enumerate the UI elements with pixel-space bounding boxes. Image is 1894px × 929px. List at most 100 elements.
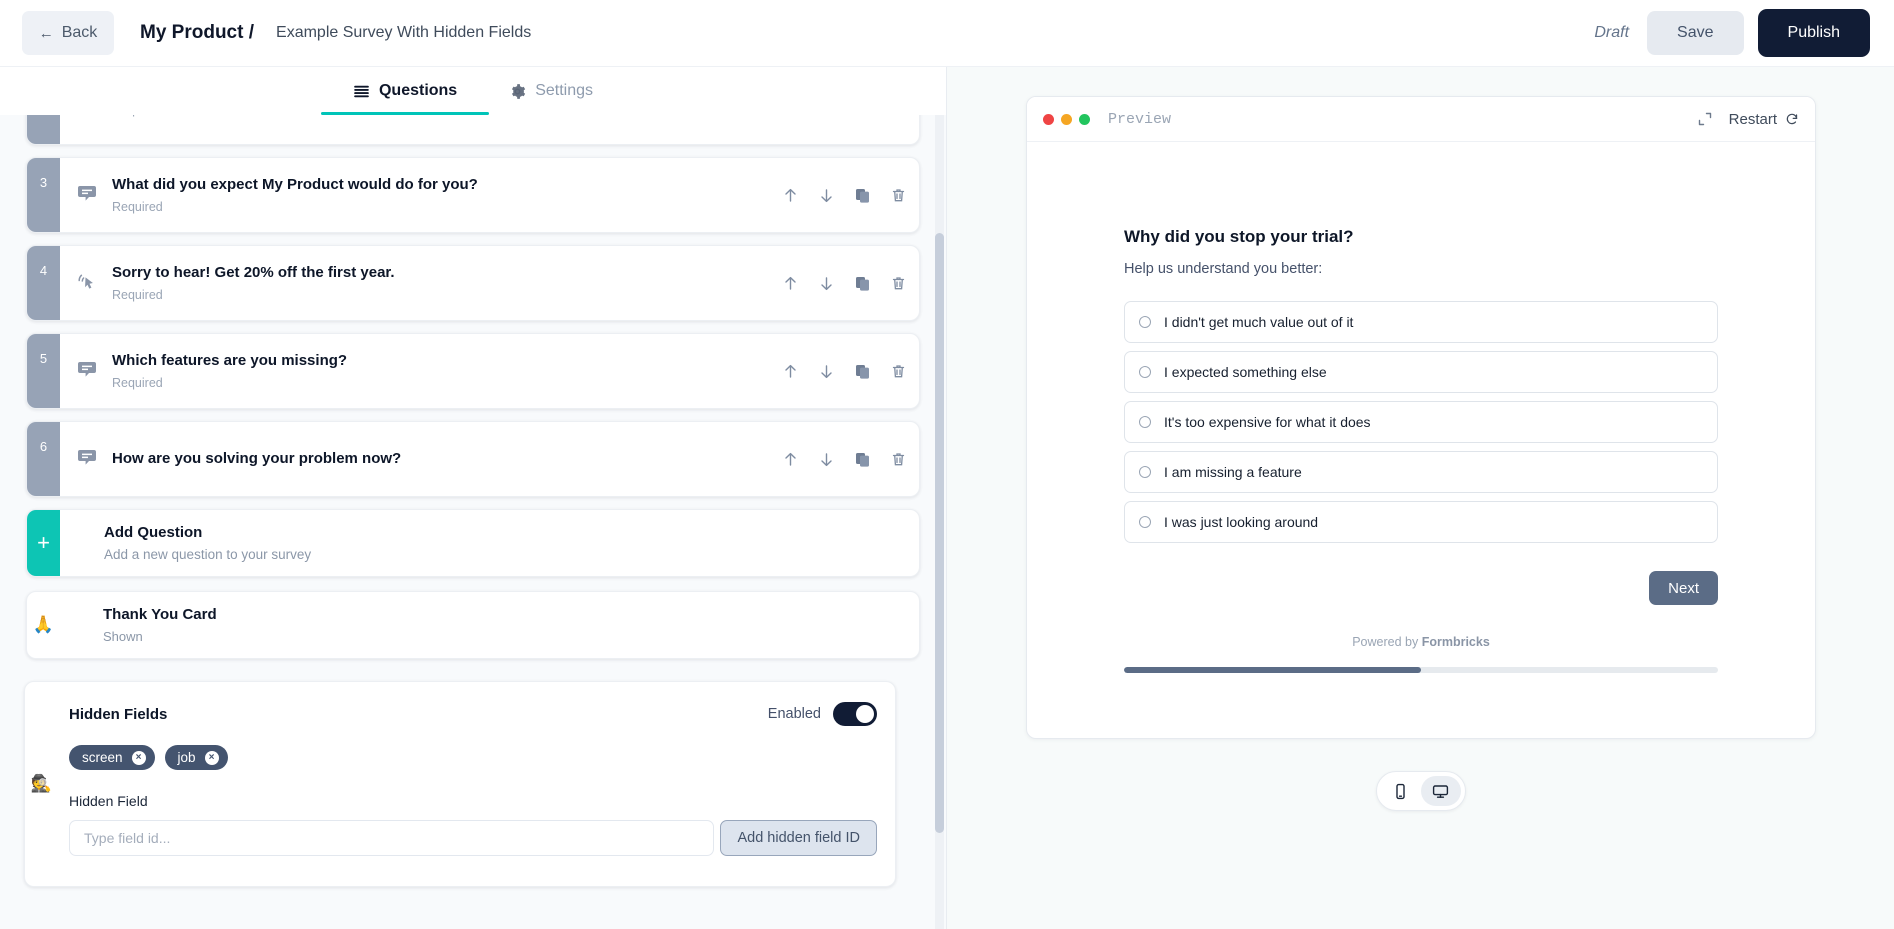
question-card[interactable]: 2 Required [26,115,920,145]
device-toggle-mobile[interactable] [1381,776,1421,806]
expand-icon[interactable] [1697,111,1713,127]
survey-choice-option[interactable]: I didn't get much value out of it [1124,301,1718,343]
hidden-field-tag-label: job [177,750,196,765]
hidden-fields-toggle[interactable] [833,702,877,726]
questions-scrollbar[interactable] [935,115,944,929]
tab-questions-label: Questions [378,82,458,99]
breadcrumb-product[interactable]: My Product / [140,22,254,44]
survey-choice-list: I didn't get much value out of it I expe… [1124,301,1718,543]
maximize-dot-icon[interactable] [1079,113,1090,125]
device-preview-toggle [1375,771,1466,811]
restart-preview-button[interactable]: Restart [1729,111,1799,128]
hidden-field-tag[interactable]: screen × [69,745,155,770]
hidden-field-input-label: Hidden Field [69,793,148,809]
back-button[interactable]: ← Back [22,11,114,55]
hidden-fields-tag-list: screen × job × [69,745,877,770]
thank-you-card[interactable]: 🙏 Thank You Card Shown [26,591,920,659]
duplicate-icon[interactable] [854,451,871,468]
survey-choice-option[interactable]: I expected something else [1124,351,1718,393]
move-up-icon[interactable] [782,275,799,292]
duplicate-icon[interactable] [854,187,871,204]
question-actions [782,422,919,496]
top-bar: ← Back My Product / Example Survey With … [0,0,1894,67]
cursor-click-icon [76,270,98,297]
add-question-subtitle: Add a new question to your survey [104,547,312,562]
survey-choice-label: I expected something else [1164,364,1327,380]
preview-panel: Preview Restart Why did you stop your tr… [947,67,1894,929]
move-up-icon[interactable] [782,451,799,468]
question-index: 5 [27,334,60,408]
survey-choice-option[interactable]: I am missing a feature [1124,451,1718,493]
powered-by-prefix: Powered by [1352,635,1422,649]
device-toggle-desktop[interactable] [1420,776,1461,806]
question-card[interactable]: 4 Sorry to hear! Get 20% off the first y… [26,245,920,321]
hidden-field-tag[interactable]: job × [164,745,228,770]
questions-scroll-area[interactable]: 2 Required 3 [0,115,946,929]
breadcrumb-survey-name[interactable]: Example Survey With Hidden Fields [276,24,531,42]
move-down-icon[interactable] [818,187,835,204]
survey-choice-label: I am missing a feature [1164,464,1302,480]
survey-progress-bar [1124,667,1718,673]
question-required-label: Required [112,376,163,391]
publish-button[interactable]: Publish [1757,9,1870,57]
delete-icon[interactable] [890,363,907,380]
editor-panel: Questions Settings 2 Required [0,67,947,929]
scrollbar-thumb[interactable] [935,233,944,833]
move-down-icon[interactable] [818,275,835,292]
question-required-label: Required [112,288,163,303]
minimize-dot-icon[interactable] [1061,113,1072,125]
close-dot-icon[interactable] [1043,113,1054,125]
survey-next-button[interactable]: Next [1649,571,1718,605]
powered-by-footer: Powered by Formbricks [1124,635,1718,649]
tab-settings[interactable]: Settings [503,67,599,115]
top-bar-actions: Draft Save Publish [1594,9,1870,57]
question-actions [782,246,919,320]
question-card[interactable]: 6 How are you solving your problem now? [26,421,920,497]
survey-choice-label: I didn't get much value out of it [1164,314,1354,330]
radio-icon[interactable] [1139,316,1151,328]
move-up-icon[interactable] [782,363,799,380]
question-title: Sorry to hear! Get 20% off the first yea… [112,263,395,281]
move-up-icon[interactable] [782,187,799,204]
duplicate-icon[interactable] [854,275,871,292]
move-down-icon[interactable] [818,451,835,468]
question-title: How are you solving your problem now? [112,449,402,467]
add-question-title: Add Question [104,524,203,541]
radio-icon[interactable] [1139,516,1151,528]
question-actions [782,158,919,232]
hidden-field-id-input[interactable] [69,820,715,856]
delete-icon[interactable] [890,451,907,468]
preview-window-title: Preview [1108,110,1172,128]
save-button[interactable]: Save [1647,11,1744,55]
question-card[interactable]: 5 Which features are you missing? Requir… [26,333,920,409]
radio-icon[interactable] [1139,416,1151,428]
question-required-label: Required [112,200,163,215]
gear-icon [509,83,526,100]
hidden-field-tag-label: screen [82,750,123,765]
survey-preview-area: Why did you stop your trial? Help us und… [1027,142,1815,738]
question-actions [782,334,919,408]
question-card[interactable]: 3 What did you expect My Product would d… [26,157,920,233]
question-required-label: Required [112,115,905,117]
question-index: 3 [27,158,60,232]
survey-choice-option[interactable]: It's too expensive for what it does [1124,401,1718,443]
list-icon [353,83,370,100]
question-list: 2 Required 3 [0,115,946,887]
survey-choice-option[interactable]: I was just looking around [1124,501,1718,543]
add-question-button[interactable]: + Add Question Add a new question to you… [26,509,920,577]
preview-browser-window: Preview Restart Why did you stop your tr… [1026,96,1816,739]
add-hidden-field-id-button[interactable]: Add hidden field ID [720,820,877,856]
radio-icon[interactable] [1139,466,1151,478]
delete-icon[interactable] [890,187,907,204]
remove-tag-icon[interactable]: × [131,750,146,765]
move-down-icon[interactable] [818,363,835,380]
status-badge: Draft [1594,24,1630,41]
thank-you-card-status: Shown [103,629,143,644]
duplicate-icon[interactable] [854,363,871,380]
survey-subheader: Help us understand you better: [1124,261,1323,277]
survey-choice-label: It's too expensive for what it does [1164,414,1371,430]
remove-tag-icon[interactable]: × [204,750,219,765]
radio-icon[interactable] [1139,366,1151,378]
delete-icon[interactable] [890,275,907,292]
tab-questions[interactable]: Questions [320,67,490,115]
